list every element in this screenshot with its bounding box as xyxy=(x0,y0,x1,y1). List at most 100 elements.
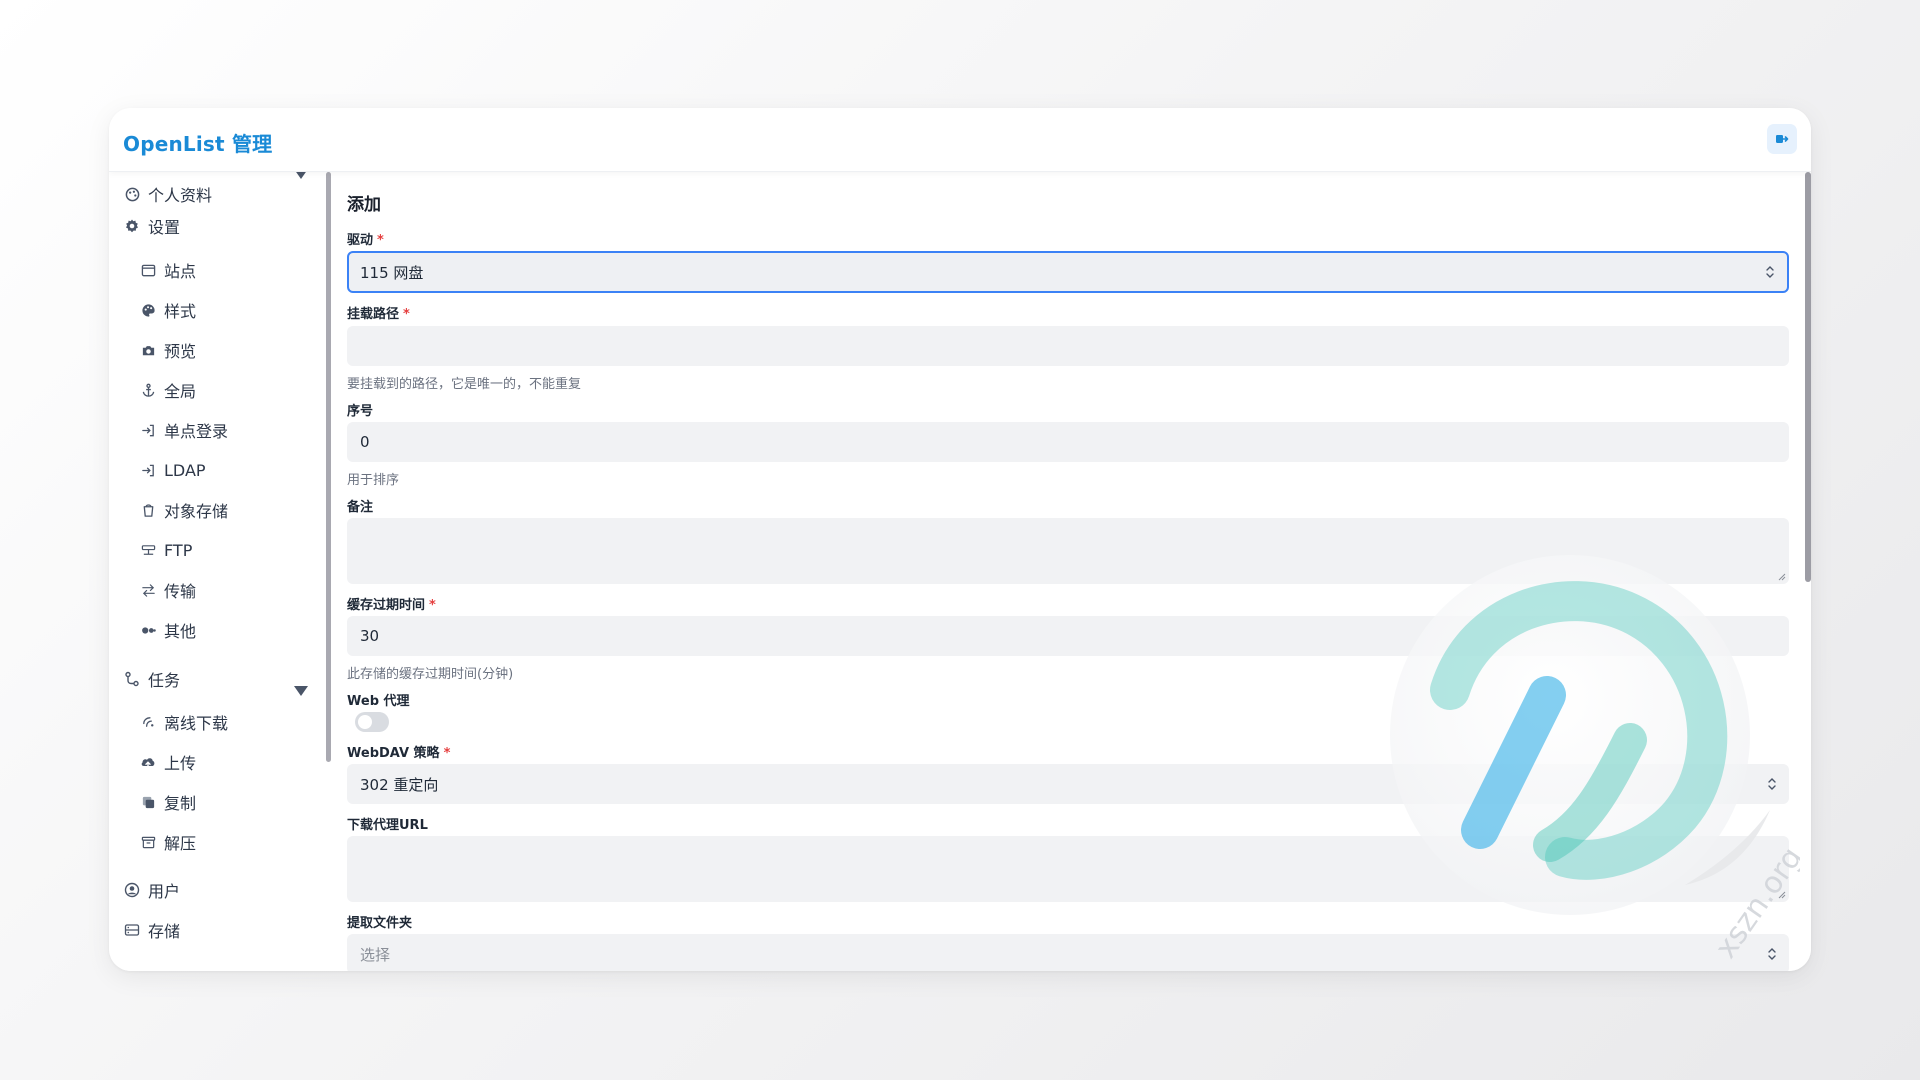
driver-select[interactable]: 115 网盘 xyxy=(347,251,1789,293)
cache-expiration-label: 缓存过期时间 * xyxy=(347,598,436,613)
sidebar-item-other[interactable]: 其他 xyxy=(139,617,196,643)
app-title[interactable]: OpenList 管理 xyxy=(123,128,272,157)
palette-icon xyxy=(123,185,141,203)
download-proxy-url-label: 下载代理URL xyxy=(347,818,428,833)
sidebar-item-label: 站点 xyxy=(164,262,197,281)
sidebar-item-global[interactable]: 全局 xyxy=(139,377,196,403)
anchor-icon xyxy=(139,381,157,399)
resize-handle-icon[interactable] xyxy=(1778,573,1786,581)
extract-folder-placeholder: 选择 xyxy=(360,945,391,964)
user-icon xyxy=(123,881,141,899)
sidebar-item-profile[interactable]: 个人资料 xyxy=(123,181,212,207)
order-hint: 用于排序 xyxy=(347,473,400,488)
main-scrollbar[interactable] xyxy=(1805,172,1811,582)
sidebar-item-label: 个人资料 xyxy=(148,186,213,205)
copy-icon xyxy=(139,793,157,811)
sidebar-item-label: 全局 xyxy=(164,382,197,401)
storage-icon xyxy=(123,921,141,939)
required-asterisk: * xyxy=(429,598,436,613)
sidebar-item-settings[interactable]: 设置 xyxy=(123,213,180,239)
required-asterisk: * xyxy=(403,307,410,322)
sidebar-item-label: 任务 xyxy=(148,671,181,690)
logout-button[interactable] xyxy=(1767,124,1797,154)
gear-icon xyxy=(123,217,141,235)
sidebar-item-object-storage[interactable]: 对象存储 xyxy=(139,497,228,523)
login-icon xyxy=(139,461,157,479)
sidebar-item-label: 存储 xyxy=(148,922,181,941)
toggle-knob xyxy=(358,715,372,729)
required-asterisk: * xyxy=(443,746,451,761)
sidebar-item-label: 复制 xyxy=(164,794,197,813)
bucket-icon xyxy=(139,501,157,519)
web-proxy-label: Web 代理 xyxy=(347,694,410,709)
offline-icon xyxy=(139,713,157,731)
order-input[interactable]: 0 xyxy=(347,422,1789,462)
sidebar-item-label: 设置 xyxy=(148,218,181,237)
archive-icon xyxy=(139,833,157,851)
sidebar-item-label: 其他 xyxy=(164,622,197,641)
server-icon xyxy=(139,541,157,559)
order-label: 序号 xyxy=(347,404,374,419)
sidebar-item-decompress[interactable]: 解压 xyxy=(139,829,196,855)
sidebar-item-storage[interactable]: 存储 xyxy=(123,917,180,943)
sidebar-item-label: FTP xyxy=(164,540,193,560)
sidebar-item-users[interactable]: 用户 xyxy=(123,877,180,903)
top-header: OpenList 管理 xyxy=(109,108,1811,172)
task-icon xyxy=(123,670,141,688)
page-title: 添加 xyxy=(347,195,381,215)
sidebar-item-label: 解压 xyxy=(164,834,197,853)
sidebar-item-label: 单点登录 xyxy=(164,422,229,441)
sidebar-item-ldap[interactable]: LDAP xyxy=(139,457,206,483)
sidebar-item-label: 用户 xyxy=(148,882,181,901)
login-icon xyxy=(139,421,157,439)
camera-icon xyxy=(139,341,157,359)
chevron-updown-icon xyxy=(1767,777,1777,791)
extract-folder-label: 提取文件夹 xyxy=(347,916,413,931)
sidebar-item-label: 上传 xyxy=(164,754,197,773)
sidebar-item-label: 离线下载 xyxy=(164,714,229,733)
sidebar-item-sso[interactable]: 单点登录 xyxy=(139,417,228,443)
tasks-collapse-caret-icon[interactable] xyxy=(294,686,308,696)
required-asterisk: * xyxy=(377,233,384,248)
sidebar-item-label: 预览 xyxy=(164,342,197,361)
sidebar-item-ftp[interactable]: FTP xyxy=(139,537,192,563)
resize-handle-icon[interactable] xyxy=(1778,891,1786,899)
sidebar-item-label: 对象存储 xyxy=(164,502,229,521)
mount-path-label: 挂载路径 * xyxy=(347,307,410,322)
web-proxy-toggle[interactable] xyxy=(355,712,389,732)
webdav-policy-value: 302 重定向 xyxy=(360,775,439,794)
palette-icon xyxy=(139,301,157,319)
driver-label: 驱动 * xyxy=(347,233,384,248)
logout-icon xyxy=(1776,135,1789,143)
download-proxy-url-textarea[interactable] xyxy=(347,836,1789,902)
mount-path-hint: 要挂载到的路径，它是唯一的，不能重复 xyxy=(347,377,582,392)
sidebar-item-label: LDAP xyxy=(164,460,206,480)
app-window: OpenList 管理 个人资料 设置 站点 样式 预览 全局 单点登录 LDA… xyxy=(109,108,1811,971)
chevron-updown-icon xyxy=(1767,947,1777,961)
remark-textarea[interactable] xyxy=(347,518,1789,584)
cache-expiration-input[interactable]: 30 xyxy=(347,616,1789,656)
sidebar-item-label: 传输 xyxy=(164,582,197,601)
sidebar-item-offline-download[interactable]: 离线下载 xyxy=(139,709,228,735)
sidebar-item-transfer[interactable]: 传输 xyxy=(139,577,196,603)
sidebar-item-label: 样式 xyxy=(164,302,197,321)
dots-icon xyxy=(139,621,157,639)
chevron-updown-icon xyxy=(1765,265,1775,279)
main-content: 添加 驱动 * 115 网盘 挂载路径 * 要挂载到的路径，它是唯一的，不能重复 序… xyxy=(331,172,1811,971)
cloud-upload-icon xyxy=(139,753,157,771)
sidebar-item-upload[interactable]: 上传 xyxy=(139,749,196,775)
cache-expiration-hint: 此存储的缓存过期时间(分钟) xyxy=(347,667,514,682)
transfer-icon xyxy=(139,581,157,599)
sidebar: 个人资料 设置 站点 样式 预览 全局 单点登录 LDAP 对象存储 FTP 传… xyxy=(109,169,322,971)
sidebar-item-style[interactable]: 样式 xyxy=(139,297,196,323)
webdav-policy-select[interactable]: 302 重定向 xyxy=(347,764,1789,804)
window-icon xyxy=(139,261,157,279)
driver-select-value: 115 网盘 xyxy=(360,263,424,282)
sidebar-item-copy[interactable]: 复制 xyxy=(139,789,196,815)
extract-folder-select[interactable]: 选择 xyxy=(347,934,1789,971)
sidebar-item-site[interactable]: 站点 xyxy=(139,257,196,283)
sidebar-item-tasks[interactable]: 任务 xyxy=(123,666,180,692)
mount-path-input[interactable] xyxy=(347,326,1789,366)
remark-label: 备注 xyxy=(347,500,374,515)
sidebar-item-preview[interactable]: 预览 xyxy=(139,337,196,363)
